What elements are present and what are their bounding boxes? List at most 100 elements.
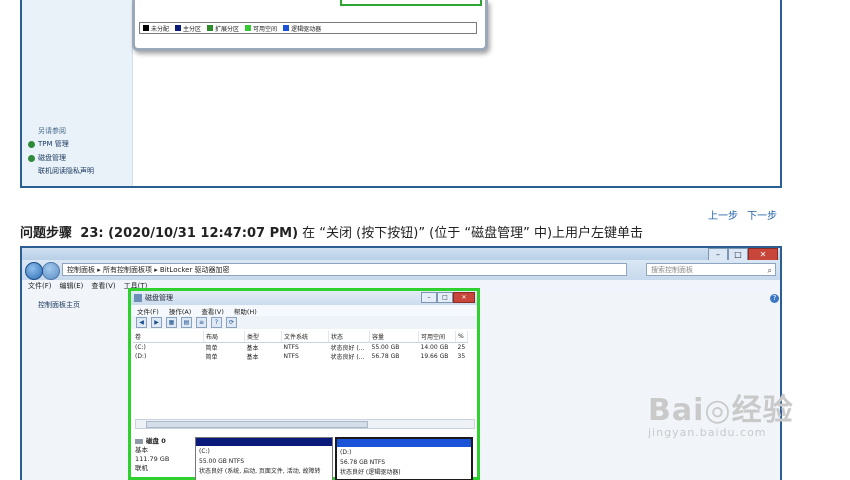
address-bar[interactable]: 控制面板 ▸ 所有控制面板项 ▸ BitLocker 驱动器加密 — [62, 263, 627, 276]
legend-swatch — [207, 25, 214, 31]
partition-label: (C:) — [199, 448, 210, 455]
partition-status: 状态良好 (系统, 启动, 页面文件, 活动, 故障转 — [199, 468, 321, 475]
top-screenshot: 另请参阅 TPM 管理 磁盘管理 联机阅读隐私声明 未分配 主分区 扩展分区 可… — [20, 0, 782, 188]
refresh-icon[interactable]: ⟳ — [226, 317, 237, 328]
properties-icon[interactable]: ▤ — [181, 317, 192, 328]
cell: 14.00 GB — [420, 344, 449, 351]
step-caption: 问题步骤 23: (2020/10/31 12:47:07 PM) 在 “关闭 … — [20, 222, 643, 241]
tpm-link[interactable]: TPM 管理 — [28, 139, 69, 149]
menu-view[interactable]: 查看(V) — [91, 281, 115, 291]
col-capacity[interactable]: 容量 — [369, 331, 419, 343]
partition-bar — [337, 439, 471, 447]
cell: 简单 — [205, 354, 218, 361]
volume-table: 卷 布局 类型 文件系统 状态 容量 可用空间 % (C:) 简单 基本 NTF… — [133, 331, 468, 361]
col-filesystem[interactable]: 文件系统 — [281, 331, 329, 343]
dm-menu-help[interactable]: 帮助(H) — [234, 306, 257, 316]
back-icon[interactable] — [25, 262, 43, 280]
cell: NTFS — [283, 344, 299, 351]
search-input[interactable]: 搜索控制面板 ⌕ — [646, 263, 776, 276]
legend-item: 扩展分区 — [207, 24, 239, 33]
cell: 基本 — [246, 354, 259, 361]
table-header-row: 卷 布局 类型 文件系统 状态 容量 可用空间 % — [133, 331, 468, 343]
col-layout[interactable]: 布局 — [203, 331, 245, 343]
step-description: 在 “关闭 (按下按钮)” (位于 “磁盘管理” 中)上用户左键单击 — [302, 226, 644, 241]
menu-edit[interactable]: 编辑(E) — [60, 281, 84, 291]
horizontal-scrollbar[interactable] — [135, 419, 475, 429]
legend-item: 未分配 — [143, 24, 169, 33]
legend-swatch — [143, 25, 149, 31]
forward-icon[interactable] — [42, 262, 60, 280]
cell: 状态良好 (... — [330, 354, 365, 361]
list-icon[interactable]: ≡ — [196, 317, 207, 328]
disk-management-window: 磁盘管理 – □ ✕ 文件(F) 操作(A) 查看(V) 帮助(H) ◀ ▶ ▦… — [128, 288, 480, 480]
table-row[interactable]: (D:) 简单 基本 NTFS 状态良好 (... 56.78 GB 19.66… — [133, 352, 467, 361]
disk-management-link[interactable]: 磁盘管理 — [28, 153, 66, 163]
step-meta: 23: (2020/10/31 12:47:07 PM) — [80, 226, 299, 241]
cell: NTFS — [283, 353, 299, 360]
disk-0-info[interactable]: 磁盘 0 基本 111.79 GB 联机 — [135, 437, 169, 473]
cell: 19.66 GB — [420, 353, 449, 360]
dm-menu-view[interactable]: 查看(V) — [201, 306, 224, 316]
col-type[interactable]: 类型 — [244, 331, 282, 343]
disk-name: 磁盘 0 — [146, 437, 166, 445]
disk-type: 基本 — [135, 446, 148, 454]
dm-maximize-button[interactable]: □ — [437, 292, 453, 303]
back-icon[interactable]: ◀ — [136, 317, 147, 328]
col-volume[interactable]: 卷 — [133, 331, 204, 343]
grid-icon[interactable]: ▦ — [166, 317, 177, 328]
disk-management-icon — [134, 294, 142, 302]
col-status[interactable]: 状态 — [328, 331, 370, 343]
cell: 基本 — [246, 345, 259, 352]
dm-menu-file[interactable]: 文件(F) — [137, 306, 159, 316]
partition-label: (D:) — [340, 449, 352, 456]
cell: 55.00 GB — [371, 344, 400, 351]
left-pane: 另请参阅 TPM 管理 磁盘管理 联机阅读隐私声明 — [22, 0, 133, 186]
scrollbar-thumb[interactable] — [146, 421, 368, 428]
watermark-logo-text: Bai◎经验 — [648, 393, 794, 428]
window-titlebar: – □ ✕ — [22, 248, 780, 261]
col-free-space[interactable]: 可用空间 — [418, 331, 456, 343]
help-icon[interactable]: ? — [770, 294, 779, 303]
dm-menu-bar: 文件(F) 操作(A) 查看(V) 帮助(H) — [131, 305, 477, 316]
col-percent[interactable]: % — [455, 331, 468, 343]
see-also-title: 另请参阅 — [38, 127, 66, 135]
forward-icon[interactable]: ▶ — [151, 317, 162, 328]
legend-swatch — [283, 25, 290, 31]
dm-window-controls: – □ ✕ — [421, 292, 475, 303]
legend-item: 可用空间 — [245, 24, 277, 33]
privacy-link[interactable]: 联机阅读隐私声明 — [28, 166, 94, 176]
partition-size: 55.00 GB NTFS — [199, 458, 245, 465]
disk-icon — [135, 439, 143, 444]
cell: 25 — [457, 344, 466, 351]
partition-c[interactable]: (C:) 55.00 GB NTFS 状态良好 (系统, 启动, 页面文件, 活… — [195, 437, 333, 480]
baidu-watermark: Bai◎经验 jingyan.baidu.com — [648, 393, 794, 440]
partition-bar — [196, 438, 332, 446]
disk-size: 111.79 GB — [135, 455, 170, 463]
shield-icon — [28, 140, 35, 148]
menu-file[interactable]: 文件(F) — [28, 281, 52, 291]
disk-status: 联机 — [135, 464, 148, 472]
dm-minimize-button[interactable]: – — [421, 292, 437, 303]
cell: (C:) — [135, 344, 146, 351]
dm-toolbar: ◀ ▶ ▦ ▤ ≡ ? ⟳ — [131, 316, 477, 329]
partition-d[interactable]: (D:) 56.78 GB NTFS 状态良好 (逻辑驱动器) — [335, 437, 473, 480]
next-step-link[interactable]: 下一步 — [747, 207, 777, 222]
dm-title: 磁盘管理 — [145, 294, 173, 302]
legend-swatch — [175, 25, 182, 31]
help-icon[interactable]: ? — [211, 317, 222, 328]
dm-menu-action[interactable]: 操作(A) — [169, 306, 192, 316]
table-row[interactable]: (C:) 简单 基本 NTFS 状态良好 (... 55.00 GB 14.00… — [133, 343, 467, 352]
address-row: 控制面板 ▸ 所有控制面板项 ▸ BitLocker 驱动器加密 搜索控制面板 … — [22, 260, 780, 280]
shield-icon — [28, 154, 35, 162]
dm-close-button[interactable]: ✕ — [453, 292, 475, 303]
partition-size: 56.78 GB NTFS — [340, 459, 386, 466]
search-icon: ⌕ — [767, 266, 772, 275]
control-panel-home-link[interactable]: 控制面板主页 — [38, 300, 80, 310]
highlight-frame — [340, 0, 482, 6]
step-title: 问题步骤 — [20, 226, 73, 241]
cell: 简单 — [205, 345, 218, 352]
prev-step-link[interactable]: 上一步 — [708, 207, 738, 222]
cell: 35 — [457, 353, 466, 360]
dm-titlebar: 磁盘管理 – □ ✕ — [131, 291, 477, 305]
cell: (D:) — [135, 353, 147, 360]
